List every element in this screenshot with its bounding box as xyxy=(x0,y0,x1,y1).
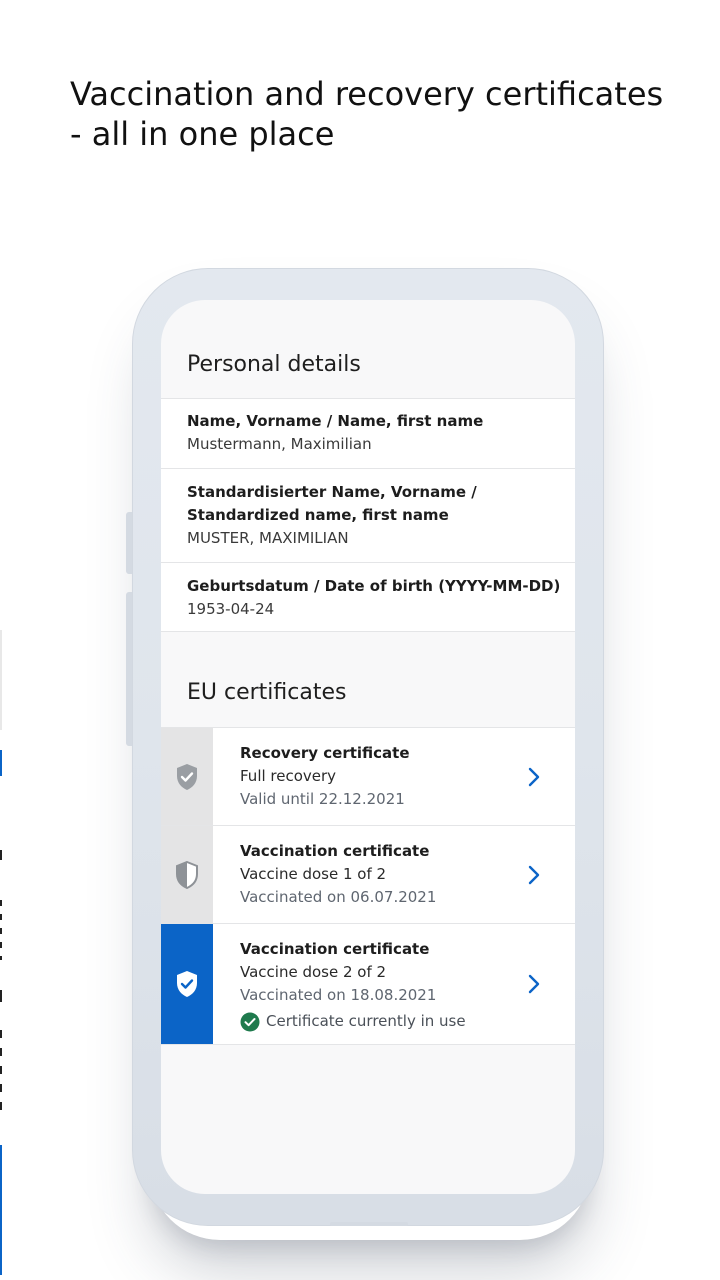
phone-screen: Personal details Name, Vorname / Name, f… xyxy=(161,300,575,1194)
detail-value: MUSTER, MAXIMILIAN xyxy=(187,529,349,547)
detail-value: 1953-04-24 xyxy=(187,600,275,618)
detail-row-name: Name, Vorname / Name, first name Musterm… xyxy=(161,398,575,468)
edge-line xyxy=(0,990,2,1002)
certificate-row-vaccination-dose-1[interactable]: Vaccination certificate Vaccine dose 1 o… xyxy=(161,825,575,923)
phone-bottom-port xyxy=(330,1222,408,1226)
certificate-title: Vaccination certificate xyxy=(240,842,430,860)
detail-label: Standardisierter Name, Vorname / Standar… xyxy=(187,483,477,524)
headline: Vaccination and recovery certificates - … xyxy=(70,75,664,153)
chevron-right-icon xyxy=(528,767,540,787)
shield-check-icon xyxy=(177,971,197,997)
certificate-text: Vaccination certificate Vaccine dose 1 o… xyxy=(240,840,436,909)
detail-label: Geburtsdatum / Date of birth (YYYY-MM-DD… xyxy=(187,577,561,595)
detail-value: Mustermann, Maximilian xyxy=(187,435,372,453)
personal-details-title: Personal details xyxy=(187,352,361,377)
certificate-row-recovery[interactable]: Recovery certificate Full recovery Valid… xyxy=(161,727,575,825)
edge-line xyxy=(0,750,2,776)
eu-certificates-title: EU certificates xyxy=(187,680,347,705)
shield-half-icon xyxy=(176,860,198,889)
detail-label: Name, Vorname / Name, first name xyxy=(187,412,484,430)
certificate-title: Vaccination certificate xyxy=(240,940,430,958)
certificate-text: Vaccination certificate Vaccine dose 2 o… xyxy=(240,938,466,1033)
certificate-side-marker-active xyxy=(161,924,213,1044)
certificate-status-text: Certificate currently in use xyxy=(266,1012,466,1030)
edge-line xyxy=(0,900,2,960)
certificate-side-marker xyxy=(161,728,213,825)
certificate-side-marker xyxy=(161,826,213,923)
certificate-text: Recovery certificate Full recovery Valid… xyxy=(240,742,410,811)
certificate-row-vaccination-dose-2[interactable]: Vaccination certificate Vaccine dose 2 o… xyxy=(161,923,575,1045)
certificate-date: Vaccinated on 18.08.2021 xyxy=(240,986,437,1004)
chevron-right-icon xyxy=(528,974,540,994)
edge-line xyxy=(0,630,2,730)
certificate-subtitle: Full recovery xyxy=(240,767,337,785)
edge-line xyxy=(0,1145,2,1275)
certificate-status: Certificate currently in use xyxy=(240,1010,466,1033)
certificate-date: Valid until 22.12.2021 xyxy=(240,790,405,808)
chevron-right-icon xyxy=(528,865,540,885)
certificate-title: Recovery certificate xyxy=(240,744,410,762)
certificate-subtitle: Vaccine dose 2 of 2 xyxy=(240,963,387,981)
edge-line xyxy=(0,1030,2,1120)
edge-line xyxy=(0,850,2,860)
certificate-date: Vaccinated on 06.07.2021 xyxy=(240,888,437,906)
check-circle-icon xyxy=(240,1012,260,1031)
shield-check-icon xyxy=(177,763,197,790)
certificate-subtitle: Vaccine dose 1 of 2 xyxy=(240,865,387,883)
detail-row-date-of-birth: Geburtsdatum / Date of birth (YYYY-MM-DD… xyxy=(161,562,575,632)
detail-row-standardized-name: Standardisierter Name, Vorname / Standar… xyxy=(161,468,575,562)
